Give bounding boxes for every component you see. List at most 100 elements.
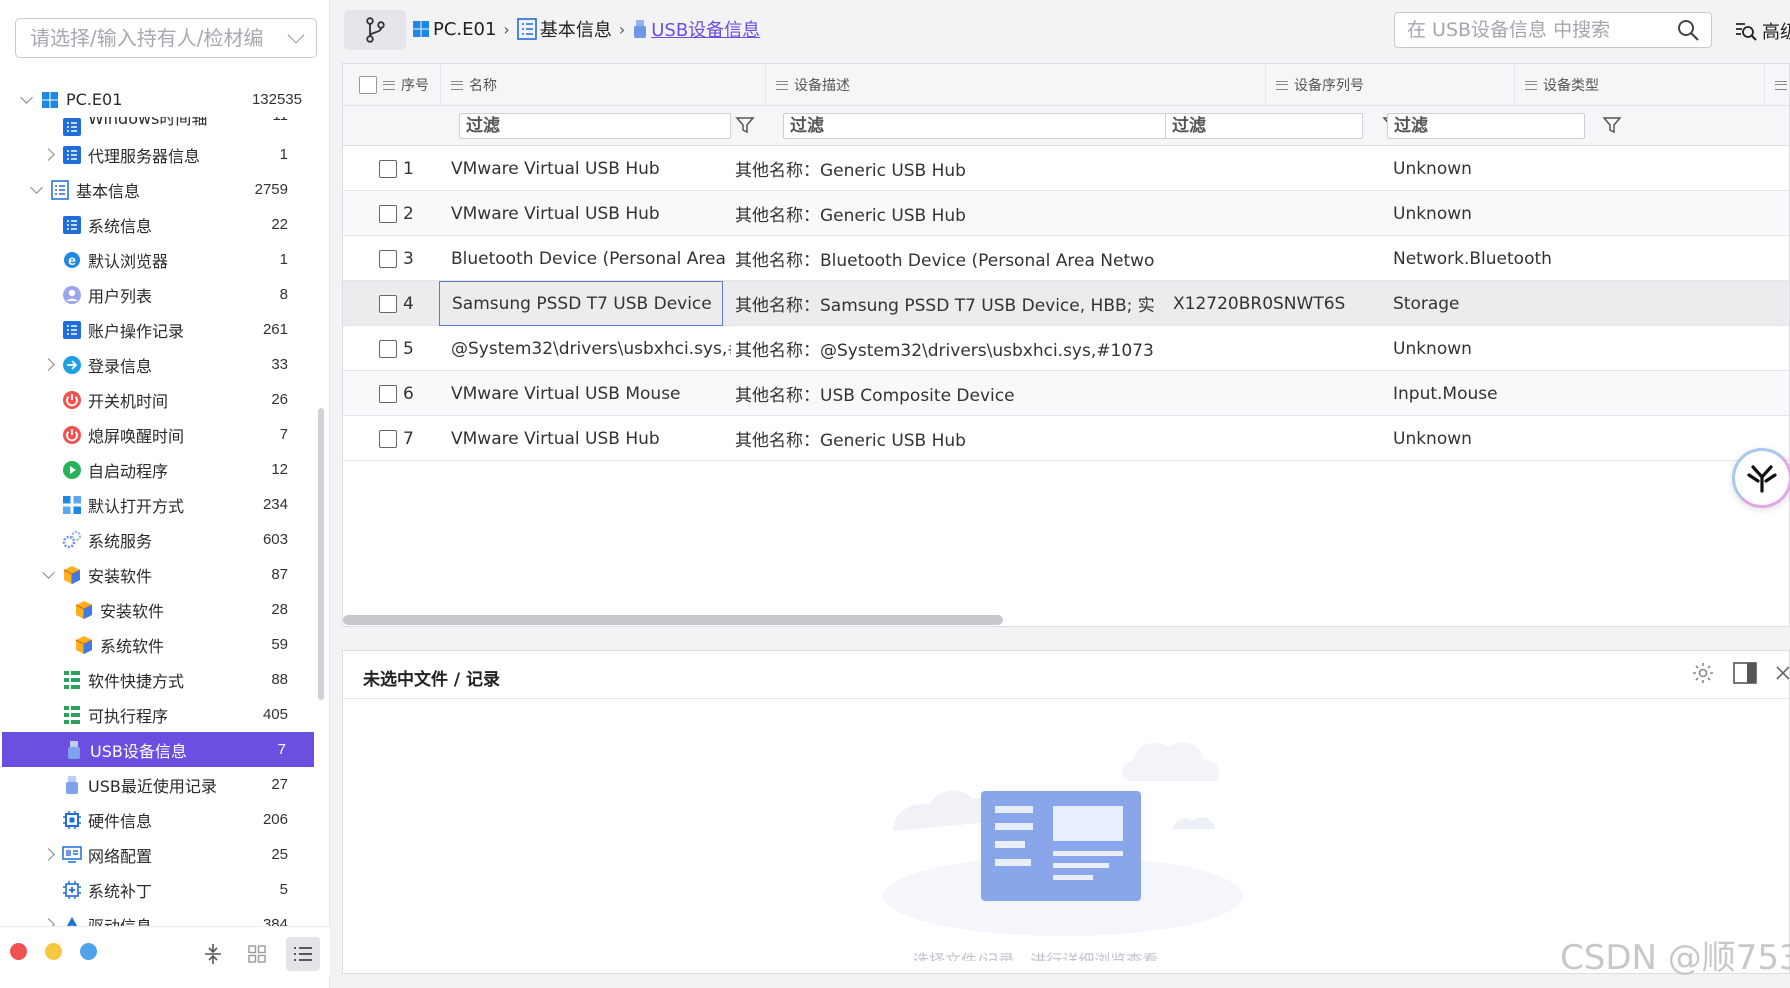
cell-description[interactable]: 其他名称：Generic USB Hub — [735, 416, 1155, 461]
cell-index[interactable]: 2 — [379, 191, 439, 236]
evidence-selector[interactable] — [15, 18, 317, 58]
column-menu-icon[interactable] — [1525, 80, 1537, 90]
filter-name-input[interactable] — [459, 113, 731, 139]
cell-serial[interactable] — [1173, 416, 1393, 461]
column-menu-icon[interactable] — [383, 80, 395, 90]
chevron-down-icon[interactable] — [42, 565, 55, 579]
table-search-input[interactable] — [1407, 19, 1677, 41]
row-checkbox[interactable] — [379, 384, 397, 403]
row-checkbox[interactable] — [379, 429, 397, 448]
split-panel-icon[interactable] — [1733, 662, 1757, 684]
cell-name[interactable]: @System32\drivers\usbxhci.sys,#10... — [451, 326, 731, 371]
chevron-down-icon[interactable] — [287, 26, 305, 44]
column-header-desc[interactable]: 设备描述 — [766, 64, 1266, 106]
cell-name[interactable]: VMware Virtual USB Mouse — [451, 371, 731, 416]
cell-description[interactable]: 其他名称：Generic USB Hub — [735, 191, 1155, 236]
cell-description[interactable]: 其他名称：Bluetooth Device (Personal Area Net… — [735, 236, 1155, 281]
filter-name[interactable] — [459, 113, 731, 139]
tree-item[interactable]: 系统补丁 5 — [0, 872, 316, 907]
table-row[interactable]: 6 VMware Virtual USB Mouse 其他名称：USB Compos… — [343, 371, 1789, 416]
tree-item[interactable]: 可执行程序 405 — [0, 697, 316, 732]
tree-item[interactable]: 默认打开方式 234 — [0, 487, 316, 522]
cell-type[interactable]: Unknown — [1393, 191, 1593, 236]
list-view-button[interactable] — [286, 937, 320, 971]
tree-item[interactable]: 系统软件 59 — [0, 627, 316, 662]
settings-icon[interactable] — [1691, 661, 1715, 685]
column-menu-icon[interactable] — [1775, 80, 1787, 90]
table-search[interactable] — [1394, 12, 1712, 48]
table-row[interactable]: 5 @System32\drivers\usbxhci.sys,#10...其他名… — [343, 326, 1789, 371]
column-menu-icon[interactable] — [776, 80, 788, 90]
cell-type[interactable]: Input.Mouse — [1393, 371, 1593, 416]
table-row[interactable]: 4 Samsung PSSD T7 USB Device 其他名称：Samsung … — [343, 281, 1789, 326]
tree-item[interactable]: USB最近使用记录 27 — [0, 767, 316, 802]
cell-type[interactable]: Unknown — [1393, 146, 1593, 191]
blue-dot[interactable] — [80, 943, 97, 960]
chevron-down-icon[interactable] — [30, 180, 43, 194]
column-menu-icon[interactable] — [1276, 80, 1288, 90]
tree-item[interactable]: 自启动程序 12 — [0, 452, 316, 487]
cell-index[interactable]: 5 — [379, 326, 439, 371]
chevron-right-icon[interactable] — [42, 358, 55, 371]
table-row[interactable]: 7 VMware Virtual USB Hub 其他名称：Generic USB … — [343, 416, 1789, 461]
horizontal-scrollbar[interactable] — [343, 615, 1003, 625]
cell-type[interactable]: Unknown — [1393, 416, 1593, 461]
chevron-down-icon[interactable] — [20, 90, 33, 104]
cell-description[interactable]: 其他名称：@System32\drivers\usbxhci.sys,#1073… — [735, 326, 1155, 371]
cell-serial[interactable] — [1173, 326, 1393, 371]
crumb-basic-info[interactable]: 基本信息 — [517, 16, 612, 42]
tree-item[interactable]: 系统服务 603 — [0, 522, 316, 557]
tree-item[interactable]: 熄屏唤醒时间 7 — [0, 417, 316, 452]
filter-serial[interactable] — [1165, 113, 1363, 139]
cell-type[interactable]: Network.Bluetooth — [1393, 236, 1593, 281]
crumb-pc[interactable]: PC.E01 — [412, 19, 496, 40]
chevron-right-icon[interactable] — [42, 848, 55, 861]
row-checkbox[interactable] — [379, 339, 397, 358]
tree-item[interactable]: 用户列表 8 — [0, 277, 316, 312]
red-dot[interactable] — [10, 943, 27, 960]
advanced-search-button[interactable]: 高级 — [1734, 18, 1790, 44]
cell-index[interactable]: 6 — [379, 371, 439, 416]
sidebar-scrollbar[interactable] — [318, 408, 324, 700]
cell-name[interactable]: VMware Virtual USB Hub — [451, 191, 731, 236]
close-icon[interactable] — [1775, 662, 1789, 684]
cell-index[interactable]: 7 — [379, 416, 439, 461]
search-icon[interactable] — [1677, 19, 1699, 41]
row-checkbox[interactable] — [379, 249, 397, 268]
cell-type[interactable]: Storage — [1393, 281, 1593, 326]
row-checkbox[interactable] — [379, 294, 397, 313]
cell-index[interactable]: 3 — [379, 236, 439, 281]
tree-item[interactable]: 登录信息 33 — [0, 347, 316, 382]
tree-item[interactable]: 开关机时间 26 — [0, 382, 316, 417]
cell-description[interactable]: 其他名称：Generic USB Hub — [735, 146, 1155, 191]
column-header-serial[interactable]: 设备序列号 — [1266, 64, 1515, 106]
filter-desc-input[interactable] — [783, 113, 1171, 139]
cell-index[interactable]: 4 — [379, 281, 439, 326]
filter-type[interactable] — [1387, 113, 1585, 139]
tree-item[interactable]: 账户操作记录 261 — [0, 312, 316, 347]
cell-index[interactable]: 1 — [379, 146, 439, 191]
tree-item[interactable]: e 默认浏览器 1 — [0, 242, 316, 277]
tree-item[interactable]: 系统信息 22 — [0, 207, 316, 242]
cell-serial[interactable] — [1173, 371, 1393, 416]
filter-desc[interactable] — [783, 113, 1171, 139]
filter-type-input[interactable] — [1387, 113, 1585, 139]
table-row[interactable]: 1 VMware Virtual USB Hub 其他名称：Generic USB … — [343, 146, 1789, 191]
tree-item[interactable]: 基本信息 2759 — [0, 172, 316, 207]
select-all-checkbox[interactable] — [359, 76, 377, 94]
cell-name[interactable]: VMware Virtual USB Hub — [451, 416, 731, 461]
collapse-all-button[interactable] — [196, 937, 230, 971]
tree-item[interactable]: USB设备信息 7 — [2, 732, 314, 767]
column-header-type[interactable]: 设备类型 — [1515, 64, 1765, 106]
cell-serial[interactable] — [1173, 146, 1393, 191]
cell-serial[interactable] — [1173, 236, 1393, 281]
assistant-button[interactable] — [1732, 448, 1790, 508]
tree-item[interactable]: 安装软件 28 — [0, 592, 316, 627]
yellow-dot[interactable] — [45, 943, 62, 960]
row-checkbox[interactable] — [379, 159, 397, 178]
cell-name[interactable]: Bluetooth Device (Personal Area Net... — [451, 236, 731, 281]
cell-description[interactable]: 其他名称：Samsung PSSD T7 USB Device, HBB; 实际… — [735, 281, 1155, 326]
column-header-more[interactable] — [1765, 64, 1790, 106]
table-row[interactable]: 3 Bluetooth Device (Personal Area Net...其… — [343, 236, 1789, 281]
column-menu-icon[interactable] — [451, 80, 463, 90]
